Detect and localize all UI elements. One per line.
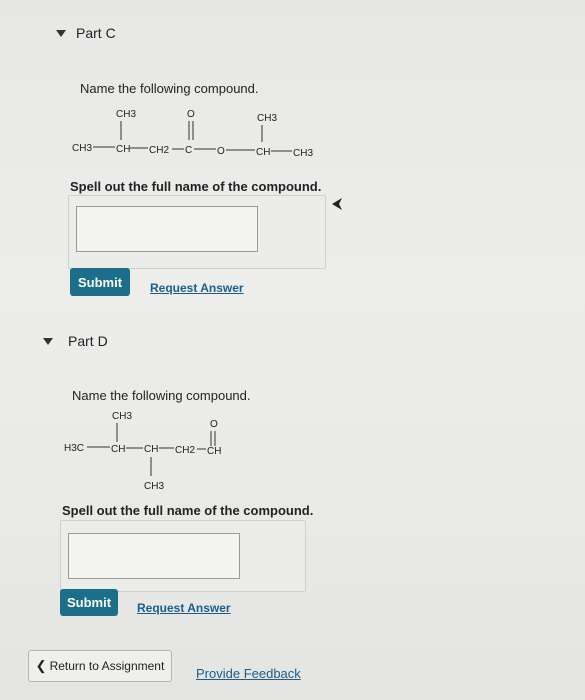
carbonyl-o-label: O (187, 109, 195, 120)
part-d-title[interactable]: Part D (68, 333, 108, 349)
ch3-bottom-label: CH3 (144, 481, 164, 492)
part-d-request-answer-link[interactable]: Request Answer (137, 601, 231, 615)
c-label: C (185, 145, 192, 156)
ch-1-label: CH (116, 144, 130, 155)
collapse-caret-icon[interactable] (56, 30, 66, 37)
ch-2-label: CH (256, 147, 270, 158)
provide-feedback-link[interactable]: Provide Feedback (196, 666, 301, 681)
part-c-title[interactable]: Part C (76, 25, 116, 41)
part-d-instruction: Spell out the full name of the compound. (62, 503, 314, 518)
part-d-structure: CH3 O H3C CH CH CH2 CH CH3 (64, 411, 221, 492)
return-to-assignment-button[interactable]: ❮ Return to Assignment (28, 650, 172, 682)
part-c-request-answer-link[interactable]: Request Answer (150, 281, 244, 295)
ch2-label: CH2 (149, 145, 169, 156)
ch3-left-label: CH3 (72, 143, 92, 154)
ch2-label: CH2 (175, 445, 195, 456)
ch3-right-label: CH3 (293, 148, 313, 159)
ch3-top-label: CH3 (112, 411, 132, 422)
part-c-answer-input[interactable] (76, 206, 258, 252)
ester-o-label: O (217, 146, 225, 157)
part-c-submit-button[interactable]: Submit (70, 268, 130, 296)
part-c-instruction: Spell out the full name of the compound. (70, 179, 322, 194)
mouse-cursor-icon (332, 198, 342, 210)
part-c-structure: CH3 O CH3 CH3 CH CH2 C O CH CH3 (72, 109, 313, 159)
ch-end-label: CH (207, 446, 221, 457)
part-d-prompt: Name the following compound. (72, 388, 251, 403)
part-d-submit-button[interactable]: Submit (60, 589, 118, 616)
carbonyl-o-label: O (210, 419, 218, 430)
return-to-assignment-label: Return to Assignment (49, 659, 165, 673)
ch-2-label: CH (144, 444, 158, 455)
part-c-prompt: Name the following compound. (80, 81, 259, 96)
collapse-caret-icon[interactable] (43, 338, 53, 345)
part-d-answer-input[interactable] (68, 533, 240, 579)
ch-1-label: CH (111, 444, 125, 455)
h3c-label: H3C (64, 443, 84, 454)
chevron-left-icon: ❮ (35, 658, 47, 673)
ch3-top-right-label: CH3 (257, 113, 277, 124)
ch3-top-left-label: CH3 (116, 109, 136, 120)
